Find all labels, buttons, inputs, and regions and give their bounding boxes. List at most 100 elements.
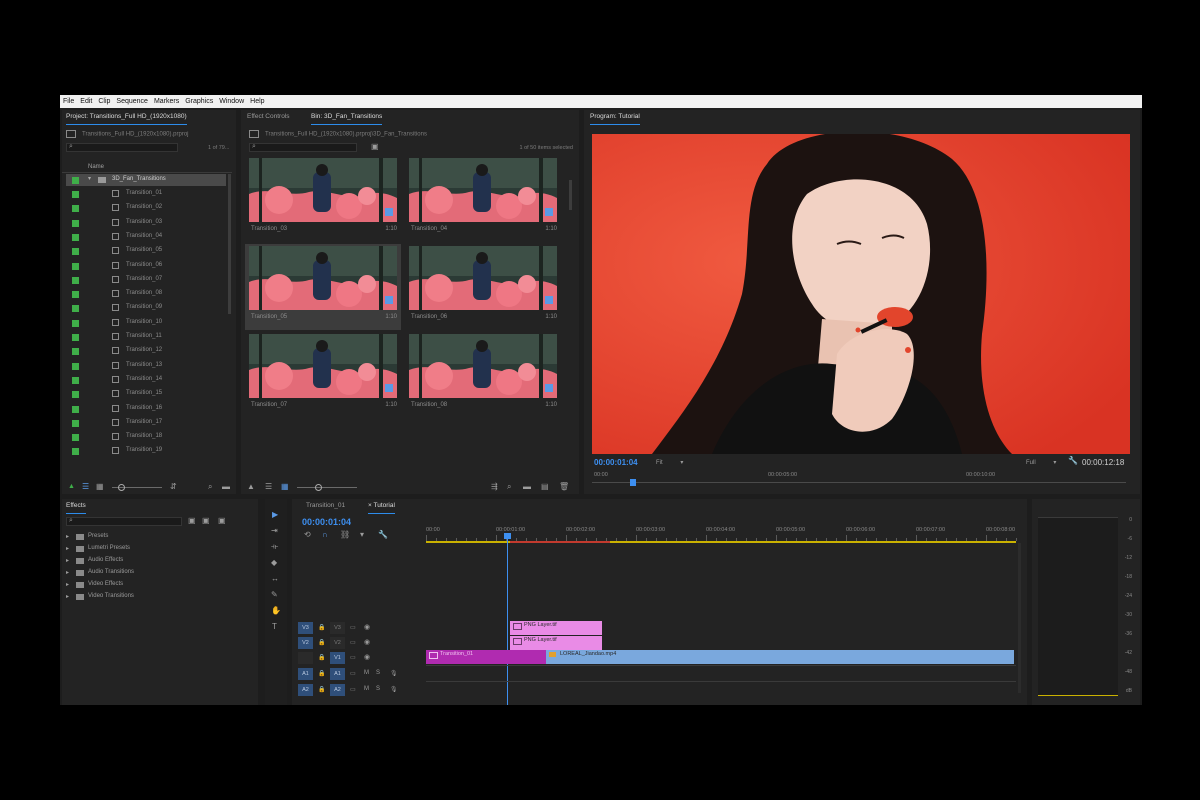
source-patch-button[interactable]: A2 — [298, 684, 313, 696]
source-patch-button[interactable] — [298, 652, 313, 664]
zoom-slider-handle[interactable] — [315, 484, 322, 491]
yuv-effects-icon[interactable]: ▣ — [218, 517, 226, 525]
project-item-row[interactable]: Transition_10 — [62, 317, 226, 331]
icon-view-icon[interactable]: ▦ — [281, 483, 289, 491]
mute-button[interactable]: M — [364, 686, 369, 692]
timeline-scrollbar[interactable] — [1018, 543, 1021, 693]
accelerated-effects-icon[interactable]: ▣ — [188, 517, 196, 525]
menu-window[interactable]: Window — [219, 98, 244, 105]
find-icon[interactable]: ⌕ — [208, 483, 212, 491]
source-patch-button[interactable]: A1 — [298, 668, 313, 680]
list-view-icon[interactable]: ☰ — [82, 483, 89, 491]
new-bin-icon[interactable]: ▬ — [222, 483, 230, 491]
mic-icon[interactable]: 🎙 — [390, 670, 398, 677]
track-target-button[interactable]: A1 — [330, 668, 345, 680]
lock-icon[interactable]: ▲ — [68, 483, 75, 491]
project-item-row[interactable]: Transition_06 — [62, 260, 226, 274]
lock-icon[interactable]: 🔒 — [318, 670, 325, 677]
lock-icon[interactable]: 🔒 — [318, 624, 325, 631]
effects-folder-row[interactable]: ▸ Audio Effects — [66, 555, 246, 567]
new-bin-icon[interactable]: ▬ — [523, 483, 531, 491]
thumbnail-card[interactable]: Transition_04 1:10 — [405, 156, 561, 242]
menu-markers[interactable]: Markers — [154, 98, 179, 105]
mute-button[interactable]: M — [364, 670, 369, 676]
effects-folder-row[interactable]: ▸ Video Transitions — [66, 591, 246, 603]
project-item-row[interactable]: Transition_14 — [62, 374, 226, 388]
thumbnail-card[interactable]: Transition_08 1:10 — [405, 332, 561, 418]
zoom-slider-handle[interactable] — [118, 484, 125, 491]
sync-lock-icon[interactable]: ▭ — [350, 639, 356, 646]
menu-sequence[interactable]: Sequence — [116, 98, 148, 105]
project-item-row[interactable]: Transition_01 — [62, 188, 226, 202]
project-scrollbar[interactable] — [228, 174, 231, 314]
tab-effect-controls[interactable]: Effect Controls — [247, 110, 290, 124]
pen-tool-icon[interactable]: ✎ — [271, 591, 278, 599]
effects-folder-row[interactable]: ▸ Presets — [66, 531, 246, 543]
zoom-slider[interactable] — [297, 487, 357, 488]
slip-tool-icon[interactable]: ↔ — [271, 575, 279, 583]
bin-search-input[interactable]: ⌕ — [249, 143, 357, 152]
effects-folder-row[interactable]: ▸ Video Effects — [66, 579, 246, 591]
project-search-input[interactable]: ⌕ — [66, 143, 178, 152]
zoom-dropdown[interactable]: Fit ▾ — [656, 459, 683, 466]
sync-lock-icon[interactable]: ▭ — [350, 686, 356, 693]
trash-icon[interactable]: 🗑 — [559, 483, 569, 491]
lock-icon[interactable]: 🔒 — [318, 686, 325, 693]
sync-lock-icon[interactable]: ▭ — [350, 654, 356, 661]
selection-tool-icon[interactable]: ▶ — [272, 511, 278, 519]
mic-icon[interactable]: 🎙 — [390, 686, 398, 693]
effects-search-input[interactable]: ⌕ — [66, 517, 182, 526]
timeline-ruler[interactable]: 00:00 00:00:01:00 00:00:02:00 00:00:03:00 00… — [426, 499, 1017, 543]
effects-folder-row[interactable]: ▸ Lumetri Presets — [66, 543, 246, 555]
32bit-effects-icon[interactable]: ▣ — [202, 517, 210, 525]
tab-project[interactable]: Project: Transitions_Full HD_(1920x1080) — [66, 110, 187, 125]
project-item-row[interactable]: Transition_07 — [62, 274, 226, 288]
source-patch-button[interactable]: V3 — [298, 622, 313, 634]
type-tool-icon[interactable]: T — [272, 623, 277, 631]
thumbnail-card[interactable]: Transition_03 1:10 — [245, 156, 401, 242]
clip-v1-loreal[interactable]: LOREAL_Jiandao.mp4 — [546, 650, 1014, 664]
name-column-header[interactable]: Name — [88, 164, 104, 170]
playhead-handle[interactable] — [504, 533, 511, 539]
program-time-ruler[interactable]: 00:00 00:00:05:00 00:00:10:00 — [592, 470, 1130, 488]
project-item-row[interactable]: Transition_19 — [62, 445, 226, 459]
ripple-edit-tool-icon[interactable]: ⟛ — [271, 543, 278, 551]
bin-scrollbar[interactable] — [569, 180, 572, 210]
effects-folder-row[interactable]: ▸ Audio Transitions — [66, 567, 246, 579]
thumbnail-card[interactable]: Transition_06 1:10 — [405, 244, 561, 330]
eye-icon[interactable]: ◉ — [364, 623, 370, 631]
eye-icon[interactable]: ◉ — [364, 638, 370, 646]
tab-bin[interactable]: Bin: 3D_Fan_Transitions — [311, 110, 383, 125]
playhead-line[interactable] — [507, 535, 508, 705]
program-timecode[interactable]: 00:00:01:04 — [594, 458, 638, 467]
project-item-row[interactable]: Transition_08 — [62, 288, 226, 302]
eye-icon[interactable]: ◉ — [364, 653, 370, 661]
project-item-row[interactable]: Transition_03 — [62, 217, 226, 231]
lock-icon[interactable]: ▲ — [247, 483, 255, 491]
track-target-button[interactable]: V2 — [330, 637, 345, 649]
menu-help[interactable]: Help — [250, 98, 264, 105]
tab-program[interactable]: Program: Tutorial — [590, 110, 640, 125]
project-item-row[interactable]: Transition_04 — [62, 231, 226, 245]
quality-dropdown[interactable]: Full ▾ — [1026, 459, 1056, 466]
project-item-row[interactable]: Transition_11 — [62, 331, 226, 345]
project-item-row[interactable]: Transition_16 — [62, 403, 226, 417]
menu-edit[interactable]: Edit — [80, 98, 92, 105]
project-item-row[interactable]: Transition_12 — [62, 345, 226, 359]
lock-icon[interactable]: 🔒 — [318, 654, 325, 661]
solo-button[interactable]: S — [376, 670, 380, 676]
track-select-tool-icon[interactable]: ⇥ — [271, 527, 278, 535]
sort-icon[interactable]: ⇵ — [170, 483, 177, 491]
project-item-row[interactable]: Transition_17 — [62, 417, 226, 431]
track-target-button[interactable]: V1 — [330, 652, 345, 664]
clip-v2-png-layer[interactable]: PNG Layer.tif — [510, 636, 602, 650]
sync-lock-icon[interactable]: ▭ — [350, 624, 356, 631]
list-view-icon[interactable]: ☰ — [265, 483, 272, 491]
sort-icon[interactable]: ⇶ — [491, 483, 498, 491]
menu-graphics[interactable]: Graphics — [185, 98, 213, 105]
lock-icon[interactable]: 🔒 — [318, 639, 325, 646]
solo-button[interactable]: S — [376, 686, 380, 692]
track-target-button[interactable]: V3 — [330, 622, 345, 634]
playhead-marker[interactable] — [630, 479, 636, 486]
folder-row[interactable]: ▾ 3D_Fan_Transitions — [66, 174, 226, 186]
